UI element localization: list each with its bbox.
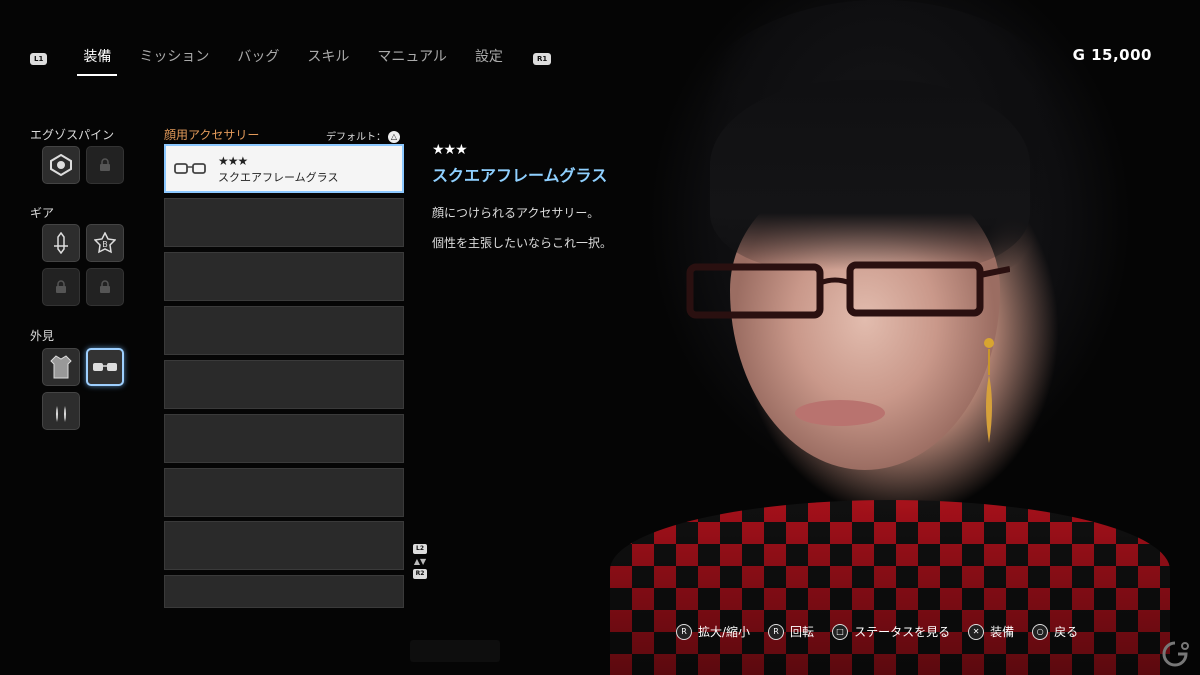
exospine-icon [50,154,72,176]
triangle-button-icon: △ [388,131,400,143]
r1-button[interactable]: R1 [532,53,552,65]
hint-equip[interactable]: ✕ 装備 [968,623,1014,640]
tab-manual[interactable]: マニュアル [377,46,447,72]
site-logo-icon [1162,641,1189,667]
gear-slot-4[interactable] [86,268,124,306]
currency-display: G 15,000 [1072,46,1152,64]
sword-gear-icon [54,232,68,254]
tab-settings[interactable]: 設定 [475,46,503,72]
gear-slot-1[interactable] [42,224,80,262]
list-title: 顔用アクセサリー [164,128,260,142]
l1-button[interactable]: L1 [30,53,48,65]
list-item-selected[interactable]: ★★★ スクエアフレームグラス [164,144,404,193]
r2-button[interactable]: R2 [413,569,427,579]
hint-status[interactable]: □ ステータスを見る [832,623,950,640]
list-item-empty[interactable] [164,360,404,409]
character-portrait [560,0,1200,675]
right-stick-button-icon: R [768,623,785,640]
list-item-empty[interactable] [164,575,404,608]
default-hint[interactable]: デフォルト： △ [326,128,400,143]
hint-back-label: 戻る [1054,625,1079,639]
item-rarity-stars: ★★★ [218,154,248,168]
button-hints: R 拡大/縮小 R 回転 □ ステータスを見る ✕ 装備 ○ 戻る [676,623,1096,640]
gear-slot-2[interactable]: B [86,224,124,262]
list-item-empty[interactable] [164,252,404,301]
top-nav: L1 装備 ミッション バッグ スキル マニュアル 設定 R1 [30,44,552,76]
lock-icon [100,158,110,171]
detail-rarity-stars: ★★★ [432,142,468,158]
circle-button-icon: ○ [1032,623,1049,640]
list-item-empty[interactable] [164,414,404,463]
detail-description-line-2: 個性を主張したいならこれ一択。 [432,236,613,250]
detail-item-name: スクエアフレームグラス [432,166,608,185]
hint-status-label: ステータスを見る [854,625,951,639]
appearance-slot-outfit[interactable] [42,348,80,386]
lock-icon [100,280,110,293]
square-button-icon: □ [832,623,849,640]
appearance-slot-earring[interactable] [42,392,80,430]
list-item-empty[interactable] [164,468,404,517]
item-name: スクエアフレームグラス [218,171,339,184]
list-item-empty[interactable] [164,198,404,247]
tab-bag[interactable]: バッグ [237,46,279,72]
svg-text:B: B [102,240,108,249]
cross-button-icon: ✕ [968,623,985,640]
shirt-shade [610,500,1170,675]
hint-rotate[interactable]: R 回転 [768,623,814,640]
outfit-icon [50,355,72,379]
earring-icon [56,400,66,422]
hint-back[interactable]: ○ 戻る [1032,623,1078,640]
list-header: 顔用アクセサリー デフォルト： △ [164,126,404,143]
earring [984,338,994,443]
exospine-title: エグゾスパイン [30,128,115,142]
drone-gear-icon: B [94,232,116,254]
hint-equip-label: 装備 [990,625,1015,639]
lock-icon [56,280,66,293]
gear-slot-3[interactable] [42,268,80,306]
hint-rotate-label: 回転 [790,625,815,639]
bottom-center-bar [410,640,500,662]
scroll-hint: L2 ▲▼ R2 [413,544,427,579]
hint-zoom-label: 拡大/縮小 [698,625,751,639]
exospine-slot-2[interactable] [86,146,124,184]
default-label: デフォルト： [326,132,386,143]
glasses-item-icon [174,163,206,174]
character-lips [795,400,885,426]
character-bangs [710,80,1030,270]
list-item-empty[interactable] [164,521,404,570]
l2-button[interactable]: L2 [413,544,427,554]
scroll-arrows-icon: ▲▼ [413,557,427,566]
exospine-slot-1[interactable] [42,146,80,184]
equipped-glasses [686,261,1010,319]
tab-mission[interactable]: ミッション [139,46,209,72]
appearance-slot-face-accessory[interactable] [86,348,124,386]
right-stick-button-icon: R [676,623,692,640]
appearance-title: 外見 [30,329,55,343]
hint-zoom[interactable]: R 拡大/縮小 [676,623,750,640]
gear-title: ギア [30,206,55,220]
list-item-empty[interactable] [164,306,404,355]
glasses-icon [93,363,117,371]
detail-description-line-1: 顔につけられるアクセサリー。 [432,206,600,220]
tab-skill[interactable]: スキル [307,46,349,72]
tab-equipment[interactable]: 装備 [77,46,118,76]
